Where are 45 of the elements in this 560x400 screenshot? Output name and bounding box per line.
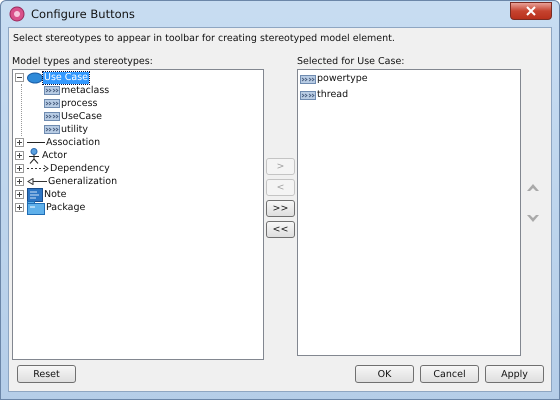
expand-icon[interactable] [15,164,24,173]
instruction-text: Select stereotypes to appear in toolbar for creating stereotyped model element. [12,32,396,46]
tree-item[interactable]: metaclass [60,84,110,96]
arrow-icon [27,178,47,185]
dashed-arrow-icon [27,165,49,172]
expand-icon[interactable] [15,203,24,212]
close-icon [525,6,537,16]
stereotype-icon [44,86,60,95]
tree-item[interactable]: Actor [41,150,68,162]
tree-item[interactable]: Dependency [49,162,111,174]
collapse-icon[interactable] [15,73,24,82]
stereotype-icon [44,99,60,108]
expand-icon[interactable] [15,138,24,147]
tree-label: Model types and stereotypes: [12,56,154,68]
expand-icon[interactable] [15,151,24,160]
stereotype-icon [300,74,316,84]
actor-icon [27,148,41,164]
dialog-button[interactable]: Reset [17,365,76,383]
selected-label: Selected for Use Case: [297,56,406,68]
note-icon [27,188,43,202]
tree-item[interactable]: Association [45,136,102,148]
stereotype-icon [300,90,316,100]
stereotype-icon [44,112,60,121]
tree-item[interactable]: thread [316,89,350,101]
folder-icon [27,200,45,214]
move-button[interactable]: << [266,221,295,238]
tree-item[interactable]: Package [45,202,86,214]
tree-item[interactable]: process [60,98,99,110]
app-icon [9,6,25,22]
expand-icon[interactable] [15,190,24,199]
dialog-button[interactable]: Cancel [420,365,479,383]
ellipse-icon [27,72,43,84]
tree-item[interactable]: Note [43,188,68,200]
stereotype-icon [44,125,60,134]
tree-item[interactable]: Generalization [47,176,118,188]
line-icon [27,141,45,144]
expand-icon[interactable] [15,177,24,186]
tree-item[interactable]: UseCase [60,110,103,122]
dialog-button[interactable]: Apply [485,365,544,383]
tree-item[interactable]: utility [60,124,90,136]
dialog-button[interactable]: OK [355,365,414,383]
close-button[interactable] [510,2,552,20]
move-button[interactable]: >> [266,200,295,217]
window-title: Configure Buttons [31,7,136,21]
tree-item[interactable]: powertype [316,73,369,85]
